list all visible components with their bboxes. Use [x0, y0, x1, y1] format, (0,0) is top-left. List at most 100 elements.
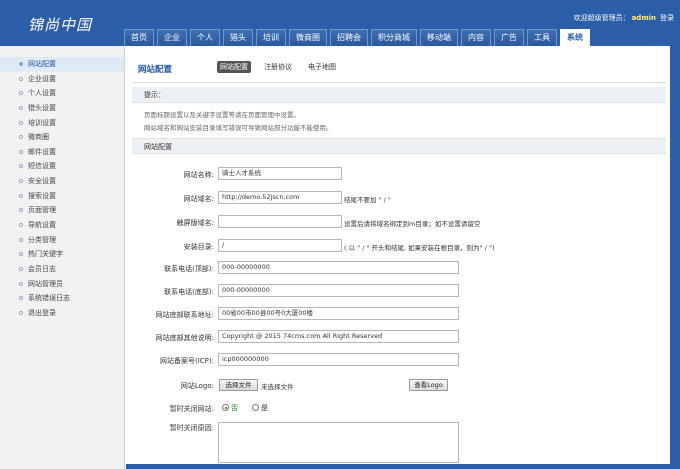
sidebar-item-category-management[interactable]: 分类管理 — [0, 233, 124, 248]
sidebar-item-label: 个人设置 — [28, 89, 56, 98]
bullet-icon — [19, 193, 23, 198]
nav-tab-points-mall[interactable]: 积分商城 — [371, 29, 417, 46]
sidebar-item-label: 培训设置 — [28, 118, 56, 127]
nav-tab-system[interactable]: 系统 — [560, 29, 590, 47]
tips-heading: 提示： — [144, 91, 165, 99]
main-nav: 首页 企业 个人 猎头 培训 微商圈 招聘会 积分商城 移动端 内容 广告 工具… — [124, 29, 593, 47]
bullet-icon — [19, 296, 23, 301]
nav-tab-headhunter[interactable]: 猎头 — [223, 29, 253, 46]
bullet-icon — [19, 179, 23, 184]
file-status: 未选择文件 — [261, 383, 294, 391]
sidebar-item-label: 短信设置 — [28, 162, 56, 171]
address-label: 网站底部联系地址: — [155, 311, 214, 319]
sidebar-item-security-settings[interactable]: 安全设置 — [0, 174, 124, 189]
install-dir-input[interactable]: / — [218, 239, 342, 252]
sidebar-item-member-log[interactable]: 会员日志 — [0, 262, 124, 277]
bullet-icon — [19, 237, 23, 242]
section-heading: 网站配置 — [144, 143, 172, 151]
address-input[interactable]: 00省00市00县00号0大厦00楼 — [218, 307, 459, 320]
icp-label: 网站备案号(ICP): — [160, 357, 214, 365]
welcome-bar: 欢迎超级管理员： admin 登录 — [574, 13, 674, 23]
nav-tab-ads[interactable]: 广告 — [494, 29, 524, 46]
close-site-no-label[interactable]: 否 — [231, 403, 238, 413]
nav-tab-job-fair[interactable]: 招聘会 — [330, 29, 368, 46]
phone-top-label: 联系电话(顶部): — [164, 265, 214, 273]
mobile-domain-input[interactable] — [218, 215, 342, 228]
sidebar-item-headhunter-settings[interactable]: 猎头设置 — [0, 101, 124, 116]
sidebar-item-search-settings[interactable]: 搜索设置 — [0, 189, 124, 204]
view-logo-button[interactable]: 查看Logo — [409, 379, 448, 391]
sidebar: 网站配置 企业设置 个人设置 猎头设置 培训设置 微商圈 邮件设置 短信设置 安… — [0, 46, 125, 469]
sidebar-item-company-settings[interactable]: 企业设置 — [0, 72, 124, 87]
sidebar-item-logout[interactable]: 退出登录 — [0, 306, 124, 321]
close-site-yes-label[interactable]: 是 — [261, 403, 268, 413]
close-site-yes-radio[interactable] — [252, 404, 259, 411]
sidebar-item-label: 邮件设置 — [28, 147, 56, 156]
sidebar-item-label: 网站配置 — [28, 60, 56, 68]
sidebar-item-error-log[interactable]: 系统错误日志 — [0, 291, 124, 306]
bullet-icon — [19, 91, 23, 96]
site-name-input[interactable]: 骑士人才系统 — [218, 167, 342, 180]
mobile-domain-hint: 设置后请将域名绑定到m目录；如不设置请留空 — [344, 220, 481, 228]
right-frame — [670, 46, 680, 469]
phone-bottom-label: 联系电话(底部): — [164, 288, 214, 296]
welcome-text: 欢迎超级管理员： — [573, 14, 630, 22]
bullet-icon — [19, 223, 23, 228]
nav-tab-tools[interactable]: 工具 — [527, 29, 557, 46]
sidebar-item-label: 搜索设置 — [28, 191, 56, 200]
page-title: 网站配置 — [138, 65, 173, 75]
login-link[interactable]: 登录 — [660, 14, 674, 22]
bullet-icon — [19, 120, 23, 125]
site-logo: 锦尚中国 — [28, 16, 93, 34]
sidebar-item-page-management[interactable]: 页面管理 — [0, 203, 124, 218]
sidebar-item-label: 安全设置 — [28, 177, 56, 186]
divider — [132, 82, 666, 83]
tab-registration-agreement[interactable]: 注册协议 — [261, 61, 295, 73]
bullet-icon — [19, 281, 23, 286]
bullet-icon — [19, 164, 23, 169]
close-reason-label: 暂时关闭原因: — [169, 424, 214, 432]
site-name-label: 网站名称: — [183, 171, 214, 179]
sidebar-item-hot-keywords[interactable]: 热门关键字 — [0, 247, 124, 262]
footer-note-input[interactable]: Copyright @ 2015 74cms.com All Right Res… — [218, 330, 459, 343]
nav-tab-micro-circle[interactable]: 微商圈 — [289, 29, 327, 46]
sidebar-item-sms-settings[interactable]: 短信设置 — [0, 159, 124, 174]
nav-tab-content[interactable]: 内容 — [461, 29, 491, 46]
tip-line-2: 网站域名和网站安装目录填写错误可导致网站部分功能不能使用。 — [144, 124, 333, 132]
phone-top-input[interactable]: 000-00000000 — [218, 261, 459, 274]
install-dir-hint: ( 以 " / " 开头和结尾, 如果安装在根目录，则为" / ") — [344, 244, 495, 252]
mobile-domain-label: 触屏版域名: — [176, 219, 214, 227]
choose-file-button[interactable]: 选择文件 — [219, 379, 258, 391]
nav-tab-training[interactable]: 培训 — [256, 29, 286, 46]
sidebar-item-label: 企业设置 — [28, 74, 56, 83]
nav-tab-home[interactable]: 首页 — [124, 29, 154, 46]
sidebar-item-mail-settings[interactable]: 邮件设置 — [0, 145, 124, 160]
nav-tab-mobile[interactable]: 移动端 — [420, 29, 458, 46]
logo-label: 网站Logo: — [180, 382, 214, 390]
close-site-no-radio[interactable] — [222, 404, 229, 411]
sidebar-item-nav-settings[interactable]: 导航设置 — [0, 218, 124, 233]
phone-bottom-input[interactable]: 000-00000000 — [218, 284, 459, 297]
nav-tab-company[interactable]: 企业 — [157, 29, 187, 46]
close-reason-textarea[interactable] — [218, 422, 459, 463]
main-content: 网站配置 网站配置 注册协议 电子地图 提示： 页面标题设置以及关键字设置等请在… — [126, 46, 670, 464]
username-link[interactable]: admin — [632, 14, 656, 22]
sidebar-item-site-admins[interactable]: 网站管理员 — [0, 277, 124, 292]
sidebar-item-personal-settings[interactable]: 个人设置 — [0, 86, 124, 101]
sidebar-item-micro-circle[interactable]: 微商圈 — [0, 130, 124, 145]
sidebar-item-site-config[interactable]: 网站配置 — [0, 57, 124, 72]
sidebar-item-training-settings[interactable]: 培训设置 — [0, 116, 124, 131]
top-header: 锦尚中国 欢迎超级管理员： admin 登录 首页 企业 个人 猎头 培训 微商圈 … — [0, 0, 680, 47]
bullet-icon — [19, 149, 23, 154]
site-domain-input[interactable]: http://demo.52jscn.com — [218, 191, 342, 204]
sidebar-item-label: 猎头设置 — [28, 103, 56, 112]
bullet-icon — [19, 310, 23, 315]
bullet-icon — [19, 266, 23, 271]
nav-tab-personal[interactable]: 个人 — [190, 29, 220, 46]
site-domain-label: 网站域名: — [183, 195, 214, 203]
icp-input[interactable]: icp000000000 — [218, 353, 459, 366]
sidebar-item-label: 热门关键字 — [28, 250, 63, 259]
tab-electronic-map[interactable]: 电子地图 — [305, 61, 339, 73]
tip-line-1: 页面标题设置以及关键字设置等请在页面管理中设置。 — [144, 111, 300, 119]
tab-site-config[interactable]: 网站配置 — [217, 61, 251, 73]
